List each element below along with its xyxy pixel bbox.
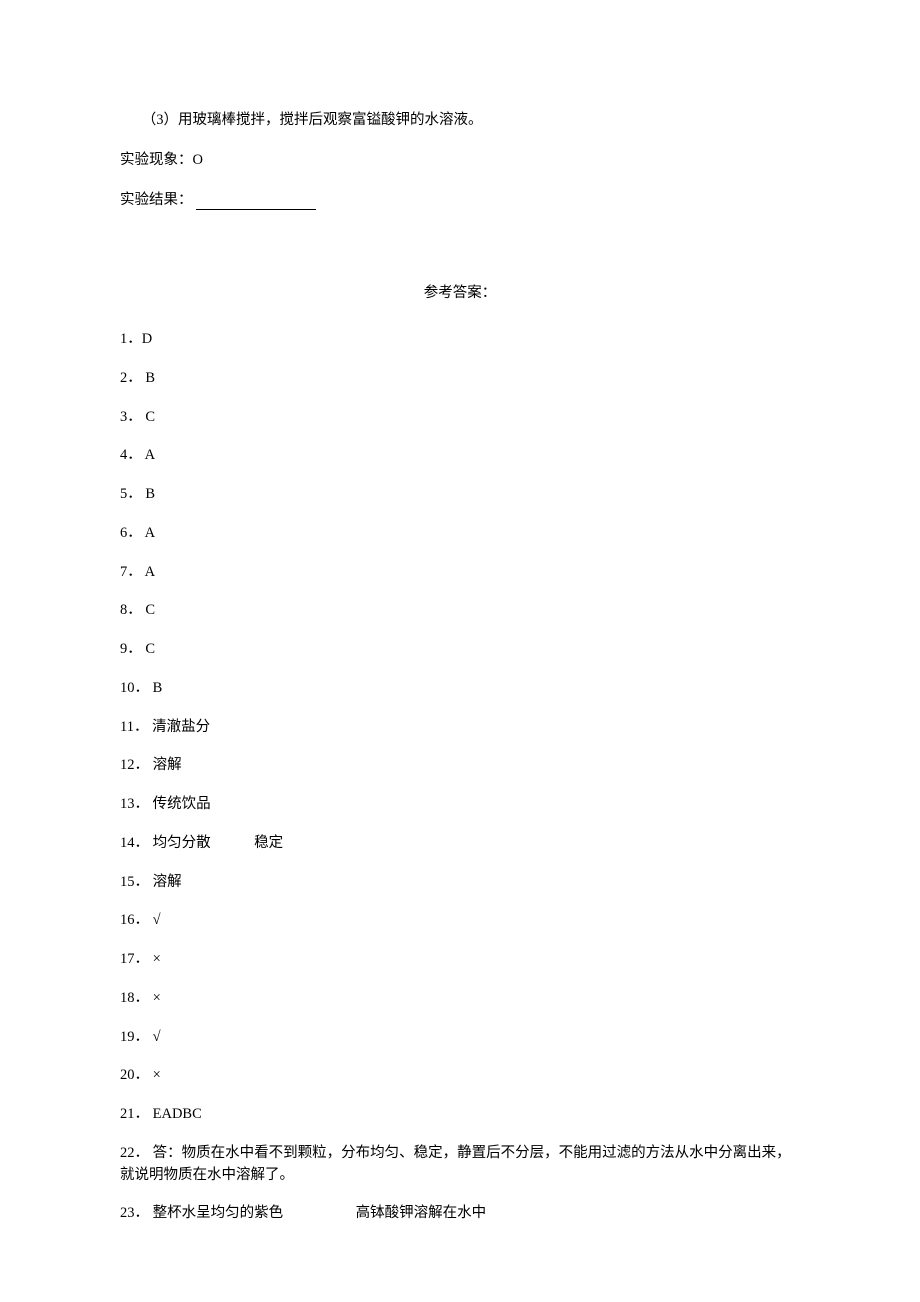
answer-text: 均匀分散 稳定 <box>149 835 283 851</box>
answer-num: 4． <box>120 445 142 467</box>
answer-item: 17． × <box>120 949 800 971</box>
answer-num: 12． <box>120 755 149 777</box>
answer-item: 18． × <box>120 988 800 1010</box>
answer-text: 溶解 <box>149 874 182 890</box>
answer-item-23: 23． 整杯水呈均匀的紫色 高钵酸钾溶解在水中 <box>120 1203 800 1225</box>
answer-text: C <box>142 409 155 425</box>
answer-item: 3． C <box>120 407 800 429</box>
answer-list: 1．D 2． B 3． C 4． A 5． B 6． A 7． A 8． C 9… <box>120 329 800 1225</box>
answer-text: EADBC <box>149 1106 202 1122</box>
answer-key-title: 参考答案： <box>120 283 800 305</box>
answer-num: 21． <box>120 1104 149 1126</box>
answer-num: 5． <box>120 484 142 506</box>
answer-text: B <box>149 680 162 696</box>
answer-num: 17． <box>120 949 149 971</box>
answer-num: 14． <box>120 833 149 855</box>
answer-text: × <box>149 990 161 1006</box>
answer-num: 18． <box>120 988 149 1010</box>
answer-text: B <box>142 370 155 386</box>
answer-item: 13． 传统饮品 <box>120 794 800 816</box>
answer-num: 16． <box>120 910 149 932</box>
answer-num: 19． <box>120 1027 149 1049</box>
answer-num: 8． <box>120 600 142 622</box>
answer-item: 14． 均匀分散 稳定 <box>120 833 800 855</box>
result-label: 实验结果： <box>120 192 193 208</box>
phenomenon-label: 实验现象： <box>120 152 193 168</box>
answer-text: D <box>142 331 152 347</box>
answer-text: √ <box>149 912 161 928</box>
answer-item: 21． EADBC <box>120 1104 800 1126</box>
answer-num: 2． <box>120 368 142 390</box>
answer-item-22: 22． 答：物质在水中看不到颗粒，分布均匀、稳定，静置后不分层，不能用过滤的方法… <box>120 1143 800 1187</box>
answer-title-text: 参考答案： <box>424 285 497 301</box>
answer-num: 10． <box>120 678 149 700</box>
answer-num: 20． <box>120 1065 149 1087</box>
answer-item: 6． A <box>120 523 800 545</box>
answer-text: C <box>142 641 155 657</box>
result-blank <box>196 194 316 210</box>
answer-item: 5． B <box>120 484 800 506</box>
answer-text: C <box>142 602 155 618</box>
result-line: 实验结果： <box>120 190 800 212</box>
answer-text: 清澈盐分 <box>148 719 210 735</box>
answer-text: 传统饮品 <box>149 796 211 812</box>
answer-text: × <box>149 1067 161 1083</box>
answer-item: 11． 清澈盐分 <box>120 717 800 739</box>
answer-text: 整杯水呈均匀的紫色 高钵酸钾溶解在水中 <box>149 1205 486 1221</box>
answer-item: 1．D <box>120 329 800 351</box>
answer-num: 13． <box>120 794 149 816</box>
answer-item: 9． C <box>120 639 800 661</box>
answer-item: 8． C <box>120 600 800 622</box>
answer-text: 答：物质在水中看不到颗粒，分布均匀、稳定，静置后不分层，不能用过滤的方法从水中分… <box>120 1145 791 1183</box>
answer-num: 11． <box>120 717 148 739</box>
answer-num: 22． <box>120 1143 149 1165</box>
phenomenon-value: O <box>193 152 203 168</box>
answer-num: 7． <box>120 562 142 584</box>
answer-text: 溶解 <box>149 757 182 773</box>
answer-item: 19． √ <box>120 1027 800 1049</box>
question-3: （3）用玻璃棒搅拌，搅拌后观察富镒酸钾的水溶液。 <box>120 110 800 132</box>
question-3-text: （3）用玻璃棒搅拌，搅拌后观察富镒酸钾的水溶液。 <box>142 112 483 128</box>
answer-item: 16． √ <box>120 910 800 932</box>
answer-item: 20． × <box>120 1065 800 1087</box>
answer-text: A <box>142 564 155 580</box>
answer-item: 2． B <box>120 368 800 390</box>
answer-num: 1． <box>120 329 142 351</box>
answer-item: 10． B <box>120 678 800 700</box>
answer-text: A <box>142 525 155 541</box>
answer-num: 15． <box>120 872 149 894</box>
answer-text: √ <box>149 1029 161 1045</box>
answer-num: 6． <box>120 523 142 545</box>
answer-item: 15． 溶解 <box>120 872 800 894</box>
answer-num: 3． <box>120 407 142 429</box>
answer-num: 23． <box>120 1203 149 1225</box>
answer-text: × <box>149 951 161 967</box>
answer-text: A <box>142 447 155 463</box>
answer-item: 4． A <box>120 445 800 467</box>
answer-text: B <box>142 486 155 502</box>
phenomenon-line: 实验现象：O <box>120 150 800 172</box>
answer-item: 12． 溶解 <box>120 755 800 777</box>
answer-item: 7． A <box>120 562 800 584</box>
answer-num: 9． <box>120 639 142 661</box>
